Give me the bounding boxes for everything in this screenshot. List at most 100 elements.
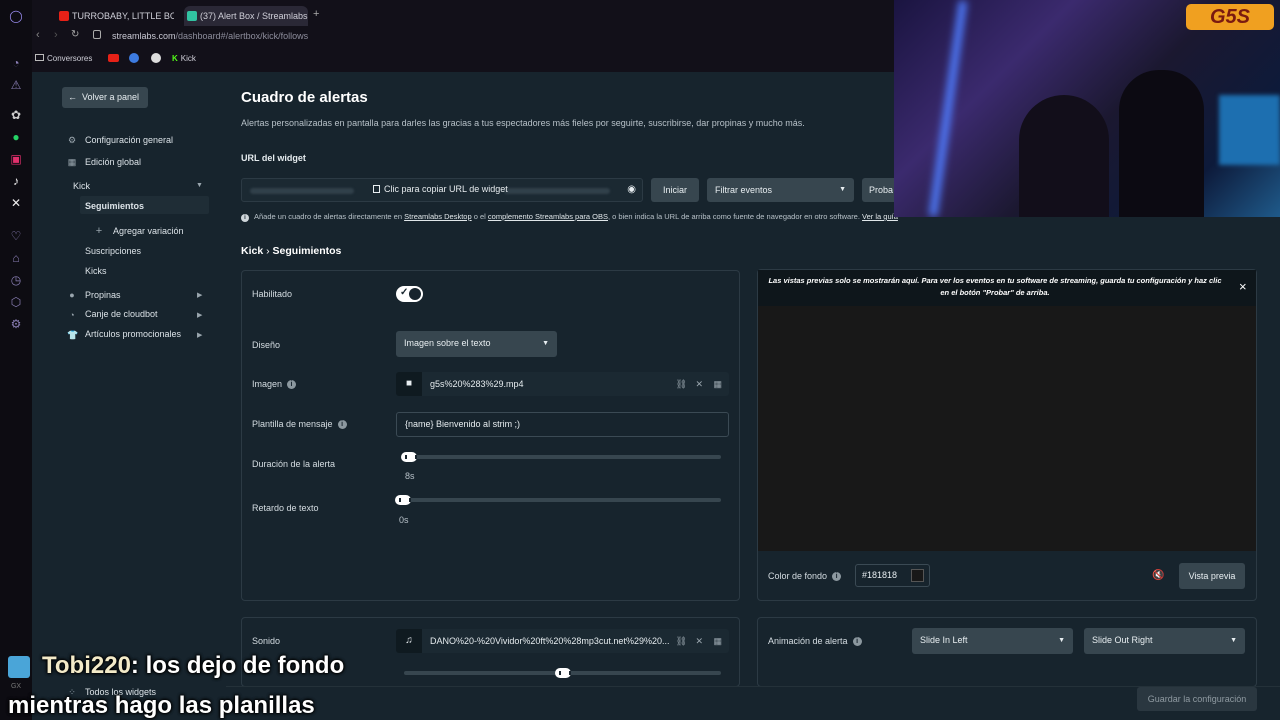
nav-kicks[interactable]: Kicks bbox=[85, 265, 107, 277]
url-domain: streamlabs.com bbox=[112, 31, 176, 41]
image-file-field[interactable]: ■ g5s%20%283%29.mp4 ⛓ ✕ ▦ bbox=[396, 372, 729, 396]
widget-url-label: URL del widget bbox=[241, 153, 306, 163]
text-delay-label: Retardo de texto bbox=[252, 503, 319, 513]
sidebar-icon[interactable]: ⬡ bbox=[9, 295, 23, 309]
footer-bar bbox=[226, 686, 1280, 720]
text-delay-value: 0s bbox=[399, 515, 409, 525]
lock-icon bbox=[93, 30, 101, 39]
x-icon[interactable]: ✕ bbox=[9, 196, 23, 210]
bookmark-icon[interactable] bbox=[129, 53, 139, 63]
copy-url-text[interactable]: Clic para copiar URL de widget bbox=[373, 184, 508, 194]
page-title: Cuadro de alertas bbox=[241, 89, 368, 106]
youtube-bookmark-icon[interactable] bbox=[108, 54, 119, 62]
caret-down-icon: ▼ bbox=[542, 340, 549, 347]
close-icon[interactable]: ✕ bbox=[695, 629, 703, 653]
browser-tab-active[interactable]: (37) Alert Box / Streamlabs bbox=[184, 6, 308, 26]
animation-out-select[interactable]: Slide Out Right ▼ bbox=[1084, 628, 1245, 654]
enabled-toggle[interactable]: ✓ bbox=[396, 286, 423, 302]
opera-logo-icon[interactable]: ◯ bbox=[9, 9, 23, 23]
duration-slider-handle[interactable] bbox=[401, 452, 417, 462]
nav-kick[interactable]: Kick bbox=[73, 180, 90, 192]
text-delay-slider-handle[interactable] bbox=[395, 495, 411, 505]
filter-events-select[interactable]: Filtrar eventos ▼ bbox=[707, 178, 854, 202]
close-icon[interactable]: ✕ bbox=[695, 372, 703, 396]
sidebar-icon[interactable]: ⌂ bbox=[9, 251, 23, 265]
cloudbot-icon: ◔ bbox=[69, 310, 75, 320]
heart-icon[interactable]: ♡ bbox=[9, 229, 23, 243]
info-icon[interactable]: i bbox=[852, 637, 862, 647]
duration-label: Duración de la alerta bbox=[252, 459, 336, 469]
nav-cloudbot[interactable]: Canje de cloudbot bbox=[85, 308, 158, 320]
back-to-panel-button[interactable]: ← Volver a panel bbox=[62, 87, 148, 108]
settings-icon[interactable]: ⚙ bbox=[9, 317, 23, 331]
nav-merch[interactable]: Artículos promocionales bbox=[85, 328, 181, 340]
nav-global-edit[interactable]: Edición global bbox=[85, 156, 141, 168]
start-button[interactable]: Iniciar bbox=[651, 178, 699, 202]
mute-icon[interactable]: 🔇 bbox=[1152, 570, 1164, 581]
browser-sidebar: ◯ ◔ ⚠ ✿ ● ▣ ♪ ✕ ♡ ⌂ ◷ ⬡ ⚙ GX bbox=[0, 0, 32, 720]
info-icon[interactable]: i bbox=[287, 380, 297, 390]
url-path: /dashboard#/alertbox/kick/follows bbox=[175, 31, 309, 41]
back-nav-icon[interactable]: ‹ bbox=[36, 29, 40, 41]
tab-label: TURROBABY, LITTLE BOO bbox=[72, 11, 174, 21]
link-obs-plugin[interactable]: complemento Streamlabs para OBS bbox=[488, 212, 608, 221]
eye-icon[interactable]: ◉ bbox=[627, 184, 636, 195]
caret-right-icon: ▶ bbox=[197, 332, 203, 339]
alert-preview-area bbox=[758, 306, 1256, 551]
address-bar[interactable]: streamlabs.com/dashboard#/alertbox/kick/… bbox=[112, 28, 308, 44]
volume-slider-handle[interactable] bbox=[554, 668, 571, 678]
instagram-icon[interactable]: ▣ bbox=[9, 152, 23, 166]
close-preview-note-button[interactable]: × bbox=[1239, 279, 1247, 294]
template-label: Plantilla de mensaje i bbox=[252, 419, 347, 430]
image-file-name: g5s%20%283%29.mp4 bbox=[430, 379, 524, 389]
bg-color-input[interactable]: #181818 bbox=[855, 564, 930, 587]
sidebar-icon[interactable]: ⚠ bbox=[9, 78, 23, 92]
widget-info-text: i Añade un cuadro de alertas directamente… bbox=[241, 212, 898, 222]
link-icon[interactable]: ⛓ bbox=[676, 629, 687, 653]
color-swatch[interactable] bbox=[911, 569, 924, 582]
arrow-left-icon: ← bbox=[68, 92, 77, 102]
info-icon[interactable]: i bbox=[832, 572, 842, 582]
bookmark-icon[interactable] bbox=[151, 53, 161, 63]
info-icon: i bbox=[241, 214, 249, 222]
sound-file-field[interactable]: ♫ DANO%20-%20Vividor%20ft%20%28mp3cut.ne… bbox=[396, 629, 729, 653]
whatsapp-icon[interactable]: ● bbox=[9, 130, 23, 144]
nav-follows[interactable]: Seguimientos bbox=[85, 200, 144, 212]
sidebar-icon[interactable]: ◔ bbox=[9, 56, 23, 70]
webcam-feed: G5S bbox=[894, 0, 1280, 217]
forward-nav-icon[interactable]: › bbox=[54, 29, 58, 41]
animation-in-select[interactable]: Slide In Left ▼ bbox=[912, 628, 1073, 654]
nav-subscriptions[interactable]: Suscripciones bbox=[85, 245, 141, 257]
browser-tab[interactable]: TURROBABY, LITTLE BOO bbox=[56, 6, 174, 26]
chatgpt-icon[interactable]: ✿ bbox=[9, 108, 23, 122]
link-guide[interactable]: Ver la guía bbox=[862, 212, 898, 221]
message-template-input[interactable]: {name} Bienvenido al strim ;) bbox=[396, 412, 729, 437]
blurred-url bbox=[504, 188, 610, 194]
reload-icon[interactable]: ↻ bbox=[71, 29, 79, 40]
design-select[interactable]: Imagen sobre el texto ▼ bbox=[396, 331, 557, 357]
alert-animation-label: Animación de alerta i bbox=[768, 636, 862, 647]
nav-general-settings[interactable]: Configuración general bbox=[85, 134, 173, 146]
nav-add-variation[interactable]: Agregar variación bbox=[113, 225, 184, 237]
link-icon[interactable]: ⛓ bbox=[676, 372, 687, 396]
save-settings-button[interactable]: Guardar la configuración bbox=[1137, 687, 1257, 711]
new-tab-button[interactable]: + bbox=[313, 8, 319, 20]
sound-label: Sonido bbox=[252, 636, 281, 646]
bookmark-conversores[interactable]: Conversores bbox=[35, 52, 92, 66]
chat-username: Tobi220 bbox=[42, 652, 131, 679]
grid-icon[interactable]: ▦ bbox=[713, 629, 722, 653]
duration-slider-track[interactable] bbox=[404, 455, 721, 459]
grid-icon: ▦ bbox=[67, 157, 77, 167]
preview-button[interactable]: Vista previa bbox=[1179, 563, 1245, 589]
folder-icon bbox=[35, 54, 44, 61]
tiktok-icon[interactable]: ♪ bbox=[9, 174, 23, 188]
chat-message-line2: mientras hago las planillas bbox=[8, 692, 315, 719]
text-delay-slider-track[interactable] bbox=[398, 498, 721, 502]
test-button[interactable]: Proba bbox=[862, 178, 894, 202]
link-streamlabs-desktop[interactable]: Streamlabs Desktop bbox=[404, 212, 472, 221]
nav-tips[interactable]: Propinas bbox=[85, 289, 121, 301]
clock-icon[interactable]: ◷ bbox=[9, 273, 23, 287]
grid-icon[interactable]: ▦ bbox=[713, 372, 722, 396]
info-icon[interactable]: i bbox=[337, 420, 347, 430]
bookmark-kick[interactable]: K Kick bbox=[172, 52, 196, 66]
